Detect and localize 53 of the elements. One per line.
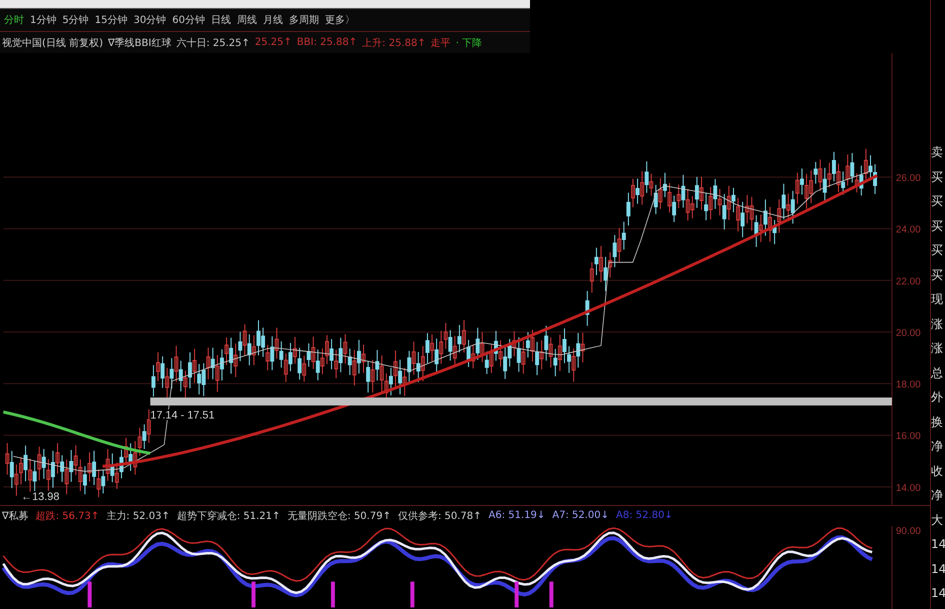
indicator-value: 上升: 25.88↑ — [362, 36, 426, 50]
indicator-name[interactable]: ∇季线BBI红球 — [108, 36, 172, 50]
quote-field-label: 买 — [931, 266, 944, 284]
period-tab[interactable]: 15分钟 — [94, 13, 128, 27]
indicator-value: 25.25↑ — [254, 37, 292, 48]
period-tab[interactable]: 多周期 — [288, 13, 319, 27]
quote-field-label: 现 — [931, 291, 944, 308]
quote-field-label: 总 — [931, 364, 944, 382]
period-tab[interactable]: 5分钟 — [62, 13, 89, 27]
indicator-value: 主力: 52.03↑ — [106, 510, 170, 523]
quote-field-label: 收 — [931, 462, 944, 480]
quote-field-label: 买 — [931, 218, 944, 234]
axis-label: 18.00 — [896, 380, 921, 391]
period-tab[interactable]: 周线 — [236, 13, 257, 27]
axis-label: 24.00 — [896, 224, 921, 236]
quote-field-label: 卖 — [931, 144, 944, 161]
indicator-value: 走平 — [430, 36, 451, 50]
quote-field-label: 买 — [931, 193, 944, 210]
quote-field-label: 换 — [931, 414, 944, 430]
period-tab[interactable]: 分时 — [4, 13, 24, 27]
indicator-value: 仅供参考: 50.78↑ — [398, 510, 482, 523]
quote-field-label: 净 — [931, 438, 944, 455]
axis-label: 90.00 — [896, 526, 921, 537]
indicator-value: 超跌: 56.73↑ — [36, 510, 100, 523]
quote-field-label: 大 — [931, 512, 944, 528]
axis-label: 20.00 — [896, 328, 921, 339]
quote-field-label: 外 — [931, 389, 944, 406]
period-tab[interactable]: 日线 — [210, 13, 231, 27]
indicator-value: BBI: 25.88↑ — [296, 37, 358, 48]
low-price-label: ←13.98 — [21, 490, 60, 503]
quote-field-label: 净 — [931, 487, 944, 504]
axis-label: 16.00 — [896, 431, 921, 442]
indicator-value: 无量阴跌空仓: 50.79↑ — [287, 510, 391, 523]
quote-field-label: 涨 — [931, 340, 944, 357]
indicator-value: A8: 52.80↓ — [616, 510, 673, 522]
period-tab[interactable]: 月线 — [262, 13, 283, 27]
quote-field-label: 买 — [931, 168, 944, 186]
period-tab[interactable]: 1分钟 — [30, 13, 56, 27]
stock-title: 视觉中国(日线 前复权) — [2, 36, 103, 50]
period-tab[interactable]: 60分钟 — [172, 13, 205, 27]
indicator-value: A7: 52.00↓ — [552, 510, 610, 522]
axis-label: 22.00 — [896, 276, 921, 288]
indicator-value: 六十日: 25.25↑ — [176, 36, 250, 50]
period-tab[interactable]: 更多〉 — [324, 13, 355, 27]
axis-label: 26.00 — [896, 173, 921, 184]
indicator-value: A6: 51.19↓ — [488, 510, 546, 522]
indicator-value: · 下降 — [456, 36, 482, 50]
period-tab[interactable]: 30分钟 — [133, 13, 166, 27]
quote-field-label: 涨 — [931, 316, 944, 332]
axis-label: 14.00 — [896, 482, 921, 494]
indicator-value: 超势下穿减仓: 51.21↑ — [176, 510, 280, 523]
indicator-name[interactable]: ∇私募 — [2, 508, 29, 523]
quote-field-label: 买 — [931, 242, 944, 259]
